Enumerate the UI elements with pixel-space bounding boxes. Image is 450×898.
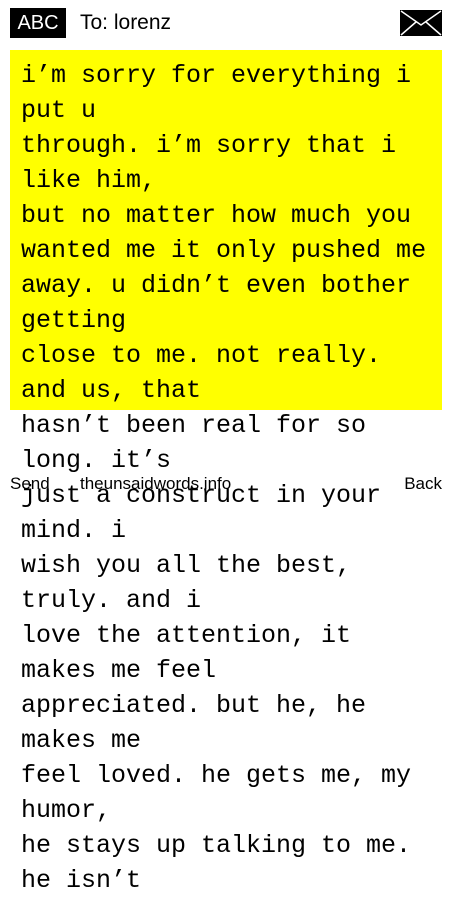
back-button[interactable]: Back [404, 474, 442, 494]
envelope-icon [400, 10, 442, 36]
send-button[interactable]: Send [10, 474, 50, 494]
header-bar: ABC To: lorenz [0, 0, 450, 46]
recipient-label: To: lorenz [80, 11, 172, 34]
site-label: theunsaidwords.info [80, 474, 232, 493]
softkey-bar: Send theunsaidwords.info Back [0, 472, 450, 500]
input-mode-badge[interactable]: ABC [10, 8, 66, 38]
